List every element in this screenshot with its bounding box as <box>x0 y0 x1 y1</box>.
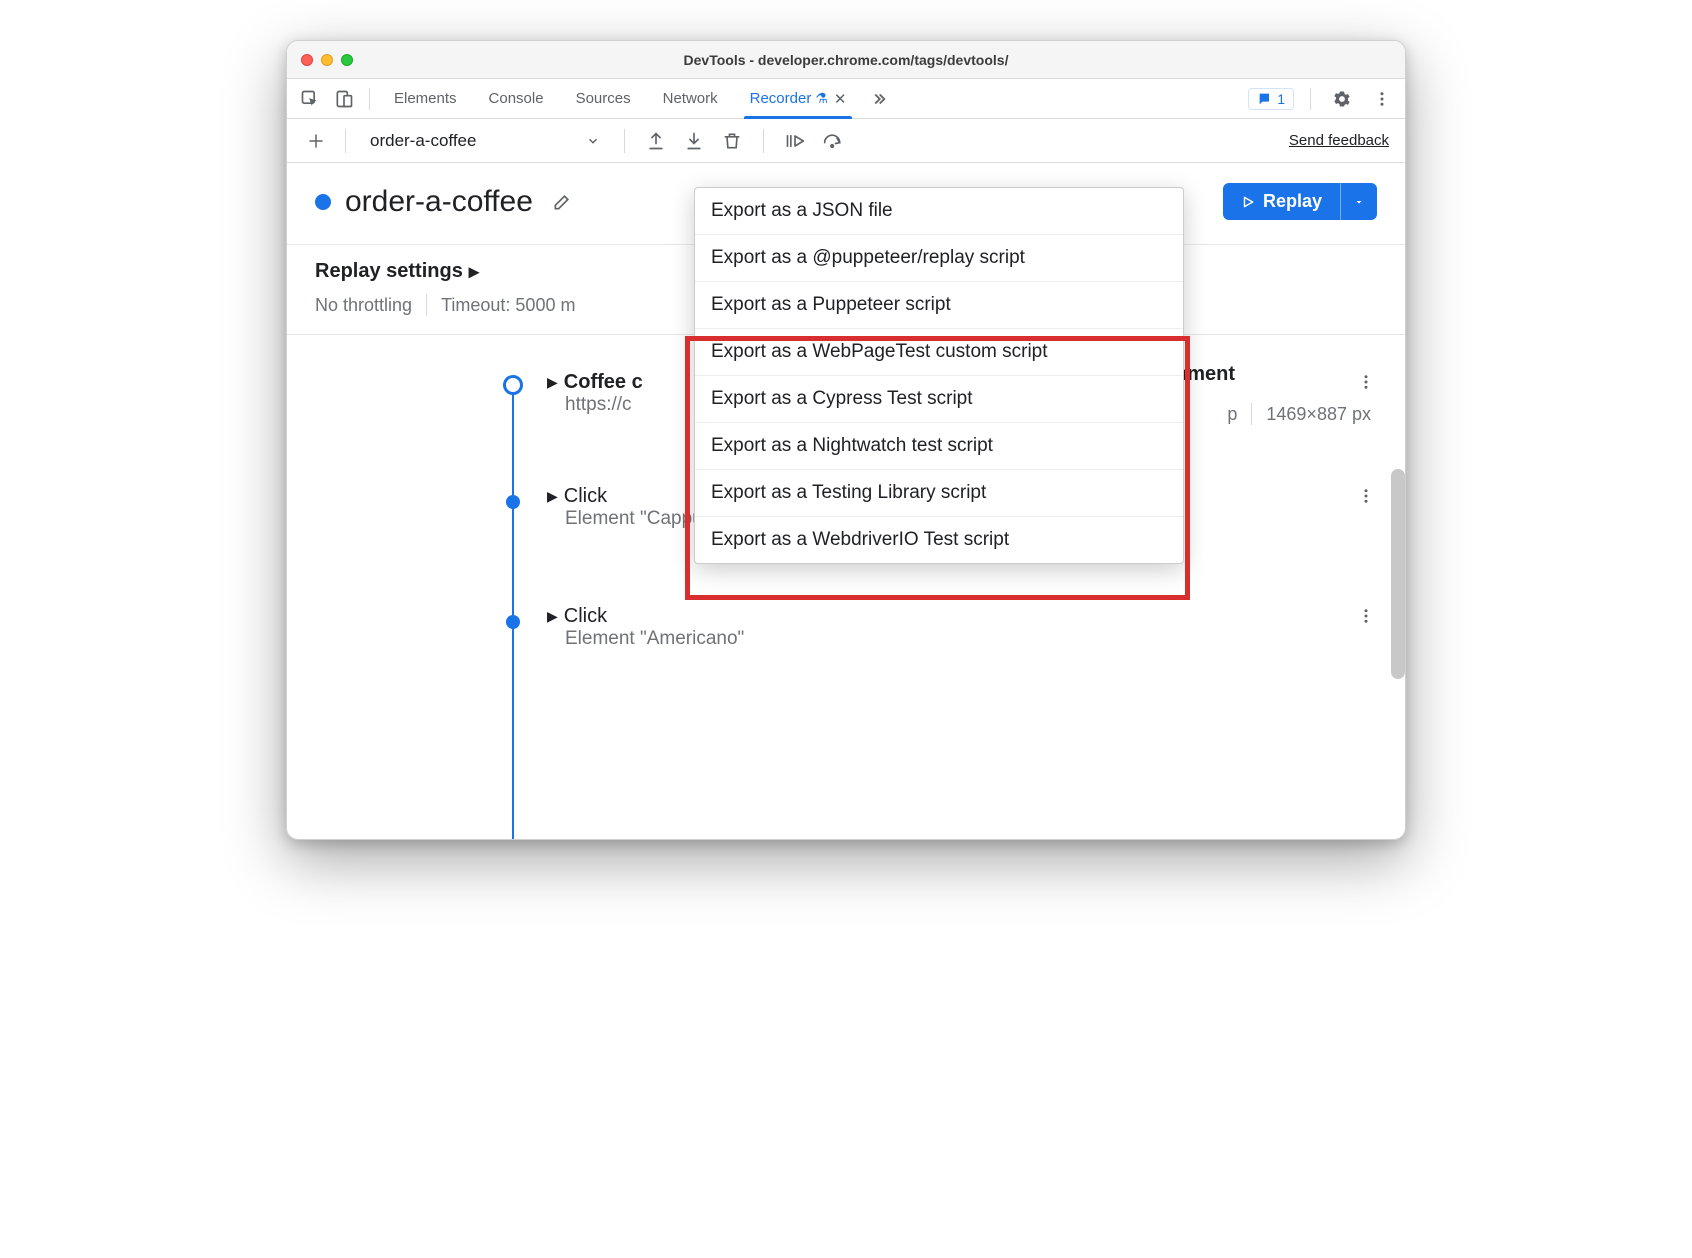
recording-name: order-a-coffee <box>370 131 476 151</box>
kebab-menu-icon[interactable] <box>1357 373 1375 391</box>
divider <box>369 88 370 110</box>
tab-label: Sources <box>576 90 631 107</box>
tab-elements[interactable]: Elements <box>380 79 471 118</box>
export-nightwatch[interactable]: Export as a Nightwatch test script <box>695 423 1183 470</box>
export-menu: Export as a JSON file Export as a @puppe… <box>694 187 1184 564</box>
export-webdriverio[interactable]: Export as a WebdriverIO Test script <box>695 517 1183 563</box>
header-actions: 1 <box>1248 84 1397 114</box>
tab-recorder[interactable]: Recorder ⚗ ✕ <box>736 79 861 118</box>
step-head: ▶ Click <box>547 605 1375 628</box>
export-testing-library[interactable]: Export as a Testing Library script <box>695 470 1183 517</box>
recording-title: order-a-coffee <box>345 185 533 219</box>
export-puppeteer-replay[interactable]: Export as a @puppeteer/replay script <box>695 235 1183 282</box>
recording-selector[interactable]: order-a-coffee <box>362 127 608 155</box>
replay-button: Replay <box>1223 183 1377 220</box>
issues-count: 1 <box>1277 91 1285 107</box>
panel-tabs: Elements Console Sources Network Recorde… <box>287 79 1405 119</box>
divider <box>1310 88 1311 110</box>
divider <box>426 294 427 316</box>
chevron-right-icon: ▶ <box>547 374 558 391</box>
more-tabs-icon[interactable] <box>864 84 894 114</box>
tab-label: Recorder <box>750 90 812 107</box>
tab-label: Console <box>489 90 544 107</box>
step-row[interactable]: ▶ Click Element "Americano" <box>547 605 1375 650</box>
kebab-menu-icon[interactable] <box>1367 84 1397 114</box>
chevron-right-icon: ▸ <box>469 259 479 284</box>
step-over-icon[interactable] <box>818 126 848 156</box>
export-puppeteer[interactable]: Export as a Puppeteer script <box>695 282 1183 329</box>
import-icon[interactable] <box>679 126 709 156</box>
edit-title-icon[interactable] <box>547 187 577 217</box>
close-icon[interactable]: ✕ <box>834 90 847 108</box>
recorder-toolbar: order-a-coffee Send feedback <box>287 119 1405 163</box>
step-title: Coffee c <box>564 371 643 394</box>
recording-status-icon <box>315 194 331 210</box>
chevron-right-icon: ▶ <box>547 608 558 625</box>
kebab-menu-icon[interactable] <box>1357 487 1375 505</box>
kebab-menu-icon[interactable] <box>1357 607 1375 625</box>
step-title: Click <box>564 605 607 628</box>
chevron-down-icon <box>586 134 600 148</box>
delete-icon[interactable] <box>717 126 747 156</box>
flask-icon: ⚗ <box>815 90 828 107</box>
replay-button-dropdown[interactable] <box>1340 183 1377 220</box>
step-sub: Element "Americano" <box>565 628 1375 650</box>
step-replay-icon[interactable] <box>780 126 810 156</box>
replay-button-main[interactable]: Replay <box>1223 183 1340 220</box>
window-titlebar: DevTools - developer.chrome.com/tags/dev… <box>287 41 1405 79</box>
export-icon[interactable] <box>641 126 671 156</box>
divider <box>763 129 764 153</box>
window-title: DevTools - developer.chrome.com/tags/dev… <box>287 52 1405 68</box>
export-cypress[interactable]: Export as a Cypress Test script <box>695 376 1183 423</box>
tab-label: Elements <box>394 90 457 107</box>
export-webpagetest[interactable]: Export as a WebPageTest custom script <box>695 329 1183 376</box>
new-recording-icon[interactable] <box>303 128 329 154</box>
issues-badge[interactable]: 1 <box>1248 88 1294 110</box>
divider <box>624 129 625 153</box>
send-feedback-link[interactable]: Send feedback <box>1289 132 1389 149</box>
timeline-rail <box>512 384 514 839</box>
timeline-node <box>506 615 520 629</box>
timeout-value: Timeout: 5000 m <box>441 295 575 316</box>
throttling-value: No throttling <box>315 295 412 316</box>
tab-sources[interactable]: Sources <box>562 79 645 118</box>
chevron-right-icon: ▶ <box>547 488 558 505</box>
step-title: Click <box>564 485 607 508</box>
scrollbar-thumb[interactable] <box>1391 469 1405 679</box>
tab-console[interactable]: Console <box>475 79 558 118</box>
tab-network[interactable]: Network <box>649 79 732 118</box>
devtools-window: DevTools - developer.chrome.com/tags/dev… <box>286 40 1406 840</box>
tab-label: Network <box>663 90 718 107</box>
divider <box>345 129 346 153</box>
settings-gear-icon[interactable] <box>1327 84 1357 114</box>
settings-label: Replay settings <box>315 260 463 283</box>
timeline-node <box>506 495 520 509</box>
inspect-element-icon[interactable] <box>295 84 325 114</box>
device-toolbar-icon[interactable] <box>329 84 359 114</box>
replay-label: Replay <box>1263 191 1322 212</box>
timeline-node-start <box>503 375 523 395</box>
export-json[interactable]: Export as a JSON file <box>695 188 1183 235</box>
